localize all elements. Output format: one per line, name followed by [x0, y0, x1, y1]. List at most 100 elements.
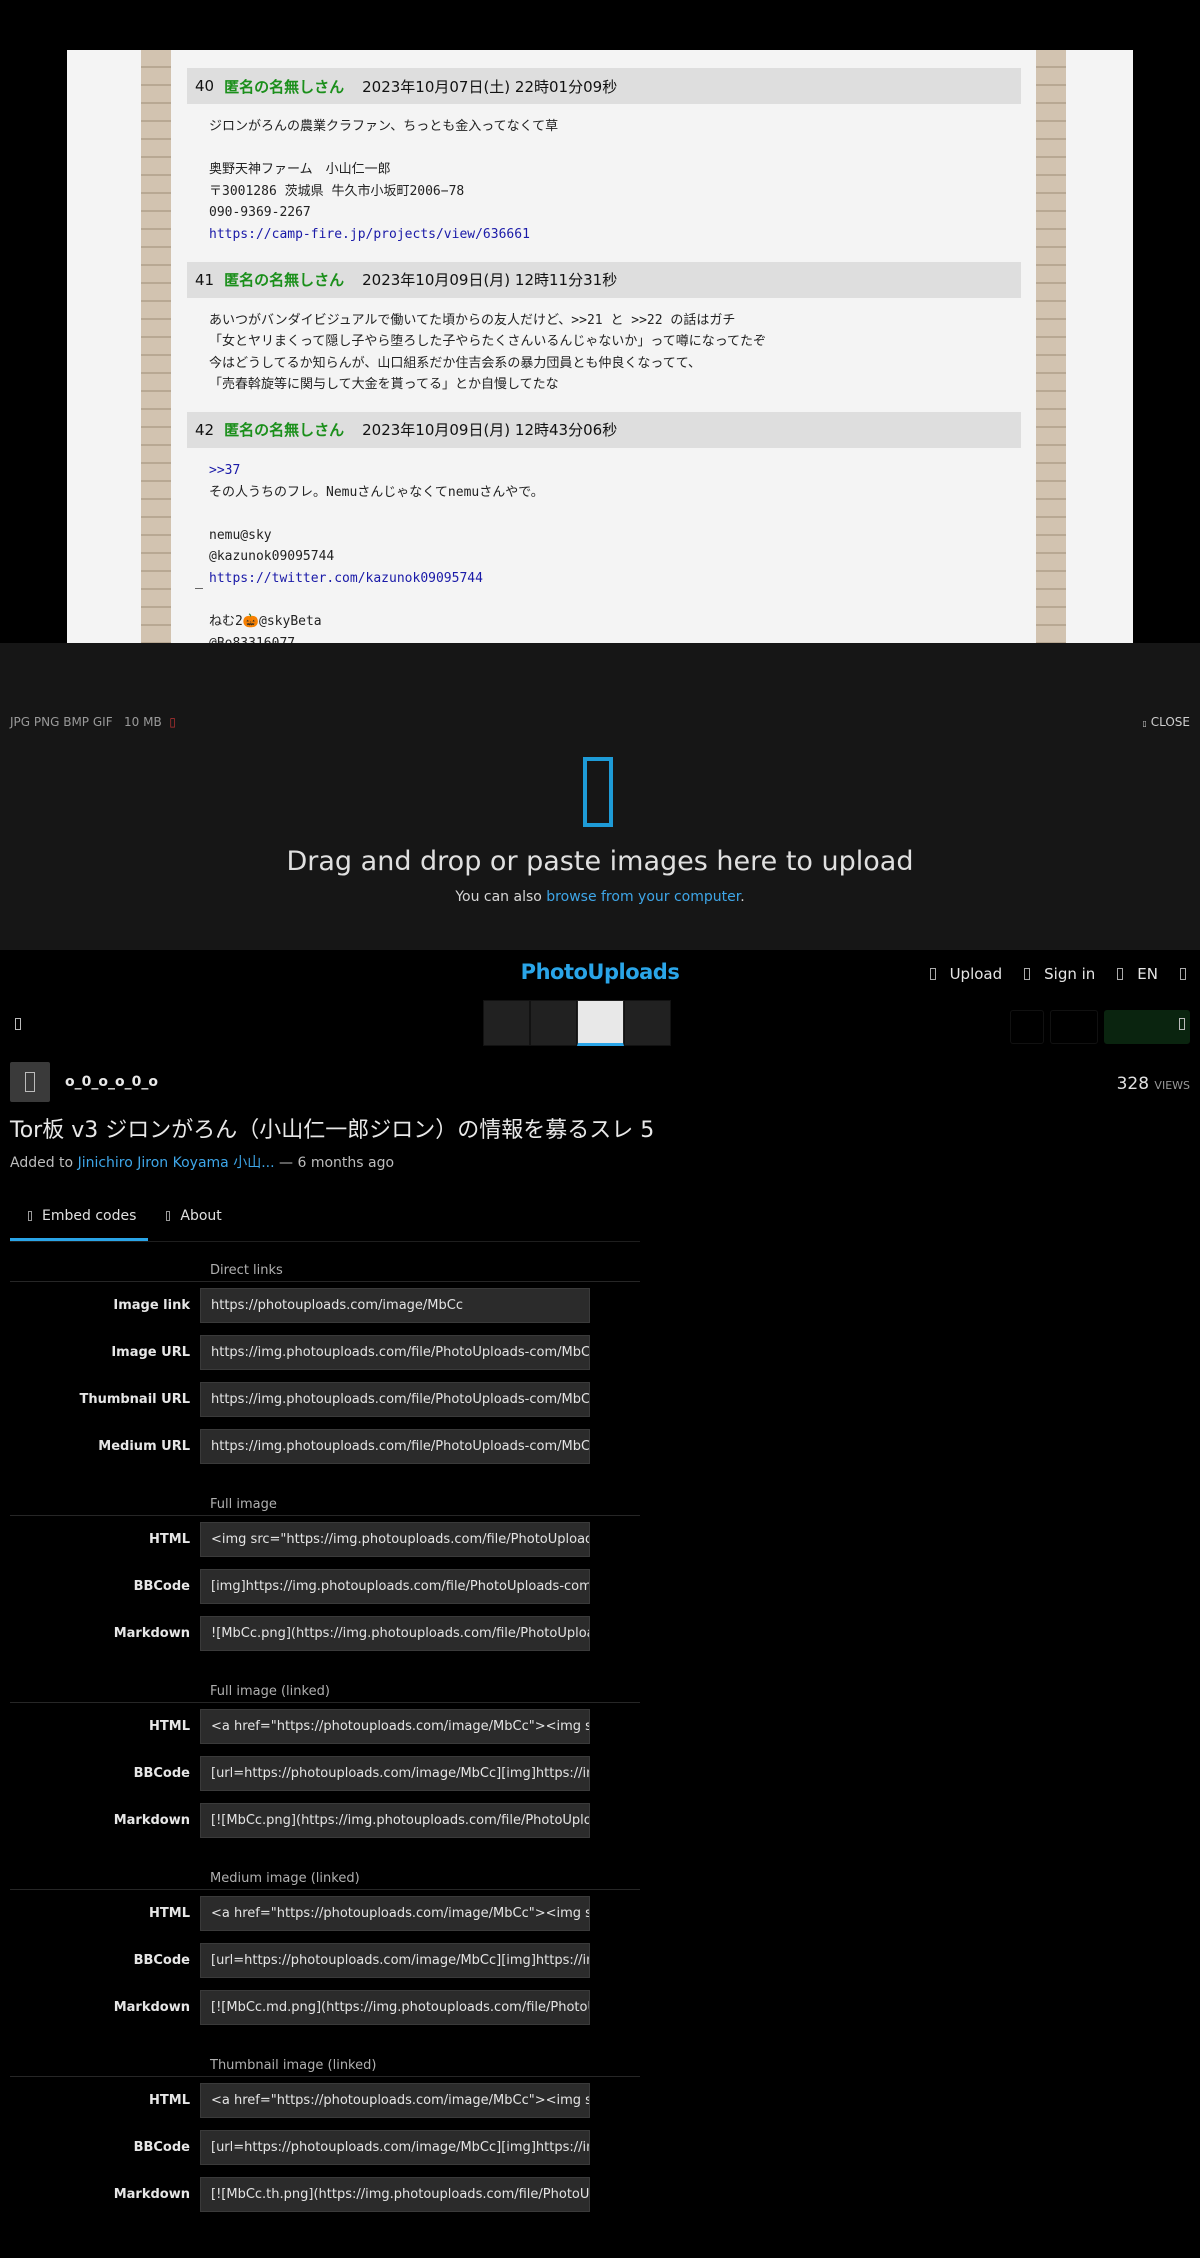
post-line: 奥野天神ファーム 小山仁一郎 [209, 162, 391, 178]
info-icon[interactable]: ▯ [169, 715, 176, 729]
nav-language[interactable]: EN [1117, 965, 1158, 983]
post-number: 41 [195, 270, 215, 289]
close-label: CLOSE [1150, 715, 1190, 729]
nav-sign-in-label: Sign in [1044, 965, 1096, 983]
embed-label: BBCode [133, 1766, 190, 1781]
ghost-button[interactable] [1010, 1010, 1044, 1044]
post-line: nemu@sky [209, 527, 272, 543]
thumbnail-strip [0, 998, 1200, 1050]
views-label: VIEWS [1154, 1079, 1190, 1092]
embed-row: Medium URL https://img.photouploads.com/f… [10, 1423, 640, 1470]
uploader-name[interactable]: o_0_o_o_0_o [65, 1074, 158, 1090]
avatar[interactable] [10, 1062, 50, 1102]
brick-border-right [1036, 50, 1066, 643]
embed-label: BBCode [133, 1953, 190, 1968]
post-body: >>37 その人うちのフレ。Nemuさんじゃなくてnemuさんやで。 nemu@sk… [187, 448, 1021, 643]
embed-code-input[interactable]: [img]https://img.photouploads.com/file/P… [200, 1569, 590, 1604]
embed-group-title: Medium image (linked) [10, 1870, 640, 1890]
browse-computer-link[interactable]: browse from your computer [546, 889, 740, 905]
post-link[interactable]: https://twitter.com/kazunok09095744 [209, 568, 1021, 590]
close-upload-button[interactable]: ▯ CLOSE [1142, 715, 1190, 729]
post-line: ジロンがろんの農業クラファン、ちっとも金入ってなくて草 [209, 119, 559, 134]
post-line [209, 503, 1021, 525]
bbs-thread: 40 匿名の名無しさん 2023年10月07日(土) 22時01分09秒 ジロンがろん… [187, 68, 1021, 643]
embed-code-input[interactable]: [url=https://photouploads.com/image/MbCc… [200, 2130, 590, 2165]
embed-code-input[interactable]: https://img.photouploads.com/file/PhotoU… [200, 1429, 590, 1464]
close-icon: ▯ [1142, 719, 1147, 728]
thumbnail[interactable] [624, 1000, 671, 1046]
nav-upload-label: Upload [949, 965, 1003, 983]
embed-code-input[interactable]: https://img.photouploads.com/file/PhotoU… [200, 1382, 590, 1417]
embed-code-input[interactable]: [![MbCc.png](https://img.photouploads.co… [200, 1803, 590, 1838]
upload-formats: JPG PNG BMP GIF 10 MB ▯ [10, 715, 176, 729]
poster-name: 匿名の名無しさん [224, 77, 345, 96]
top-bar: PhotoUploads Upload Sign in EN [0, 950, 1200, 998]
post-line: 090-9369-2267 [209, 205, 311, 221]
post-line: @Bo83316077 [209, 633, 1021, 643]
thumbnail[interactable] [483, 1000, 530, 1046]
embed-code-input[interactable]: https://img.photouploads.com/file/PhotoU… [200, 1335, 590, 1370]
share-button[interactable] [1104, 1010, 1190, 1044]
embed-code-input[interactable]: <a href="https://photouploads.com/image/… [200, 2083, 590, 2118]
nav-menu[interactable] [1180, 965, 1186, 983]
embed-code-input[interactable]: [url=https://photouploads.com/image/MbCc… [200, 1756, 590, 1791]
embed-code-input[interactable]: [url=https://photouploads.com/image/MbCc… [200, 1943, 590, 1978]
tab-embed-codes[interactable]: Embed codes [10, 1196, 149, 1241]
upload-icon [929, 968, 936, 980]
language-icon [1117, 968, 1124, 980]
embed-row: BBCode [url=https://photouploads.com/imag… [10, 2124, 640, 2171]
nav-upload[interactable]: Upload [929, 965, 1003, 983]
thumbnail[interactable] [530, 1000, 577, 1046]
embed-row: HTML <a href="https://photouploads.com/im… [10, 2077, 640, 2124]
embed-label: HTML [149, 1906, 190, 1921]
thumbnail-active[interactable] [577, 1000, 624, 1046]
embed-label: HTML [149, 1532, 190, 1547]
embed-row: Markdown [![MbCc.png](https://img.photoup… [10, 1797, 640, 1844]
post-link[interactable]: https://camp-fire.jp/projects/view/63666… [209, 224, 1021, 246]
thumbnail-list [483, 1000, 671, 1046]
embed-group: Thumbnail image (linked) HTML <a href="htt… [10, 2057, 640, 2218]
embed-row: BBCode [url=https://photouploads.com/imag… [10, 1937, 640, 1984]
album-link[interactable]: Jinichiro Jiron Koyama 小山... [78, 1155, 275, 1171]
embed-group-title: Full image (linked) [10, 1683, 640, 1703]
embed-label: BBCode [133, 1579, 190, 1594]
embed-row: HTML <img src="https://img.photouploads.c… [10, 1516, 640, 1563]
embed-row: Markdown [![MbCc.md.png](https://img.phot… [10, 1984, 640, 2031]
ghost-button[interactable] [1050, 1010, 1098, 1044]
embed-row: Thumbnail URL https://img.photouploads.co… [10, 1376, 640, 1423]
image-title: Tor板 v3 ジロンがろん（小山仁一郎ジロン）の情報を募るスレ 5 [10, 1118, 655, 1143]
embed-row: Image link https://photouploads.com/image… [10, 1282, 640, 1329]
embed-label: Markdown [113, 1813, 190, 1828]
post-body: ジロンがろんの農業クラファン、ちっとも金入ってなくて草 奥野天神ファーム 小山仁一… [187, 104, 1021, 262]
embed-code-input[interactable]: <img src="https://img.photouploads.com/f… [200, 1522, 590, 1557]
next-image-icon[interactable] [1179, 1018, 1185, 1030]
upload-cloud-icon[interactable] [583, 757, 613, 827]
embed-code-input[interactable]: [![MbCc.th.png](https://img.photouploads… [200, 2177, 590, 2212]
post-link[interactable]: >>37 [209, 460, 1021, 482]
tab-about-label: About [180, 1208, 222, 1224]
tab-about[interactable]: About [148, 1196, 233, 1241]
prev-image-icon[interactable] [15, 1018, 21, 1030]
views-count: 328 [1116, 1074, 1150, 1094]
embed-code-input[interactable]: https://photouploads.com/image/MbCc [200, 1288, 590, 1323]
upload-subtitle: You can also browse from your computer. [0, 889, 1200, 905]
post-body: あいつがバンダイビジュアルで働いてた頃からの友人だけど、>>21 と >>22 … [187, 298, 1021, 412]
uploader[interactable]: o_0_o_o_0_o [10, 1062, 158, 1102]
embed-code-input[interactable]: ![MbCc.png](https://img.photouploads.com… [200, 1616, 590, 1651]
embed-code-input[interactable]: <a href="https://photouploads.com/image/… [200, 1896, 590, 1931]
added-info: Added to Jinichiro Jiron Koyama 小山... — … [10, 1152, 394, 1172]
post-line: @kazunok09095744 [209, 549, 335, 565]
embed-code-input[interactable]: <a href="https://photouploads.com/image/… [200, 1709, 590, 1744]
upload-panel[interactable]: JPG PNG BMP GIF 10 MB ▯ ▯ CLOSE Drag and… [0, 643, 1200, 950]
uploaded-image[interactable]: 40 匿名の名無しさん 2023年10月07日(土) 22時01分09秒 ジロンがろん… [67, 50, 1133, 643]
embed-code-input[interactable]: [![MbCc.md.png](https://img.photouploads… [200, 1990, 590, 2025]
upload-sub-prefix: You can also [455, 889, 542, 905]
added-prefix: Added to [10, 1155, 74, 1171]
nav-sign-in[interactable]: Sign in [1024, 965, 1095, 983]
action-buttons [1010, 1010, 1190, 1044]
code-icon [28, 1211, 32, 1221]
post-header: 41 匿名の名無しさん 2023年10月09日(月) 12時11分31秒 [187, 261, 1021, 298]
embed-codes: Direct links Image link https://photouploa… [10, 1262, 640, 2218]
